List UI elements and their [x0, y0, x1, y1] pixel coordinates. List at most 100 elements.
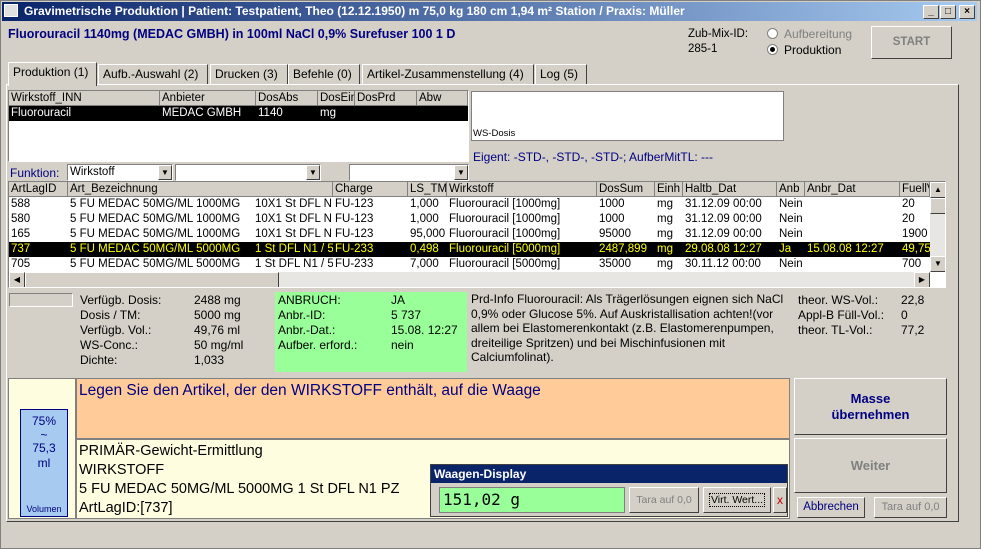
- tab-artikel-zusammenstellung[interactable]: Artikel-Zusammenstellung (4): [362, 64, 534, 84]
- table-cell: mg: [657, 198, 673, 210]
- horizontal-scrollbar[interactable]: ◀ ▶: [9, 272, 930, 287]
- scroll-down-icon[interactable]: ▼: [930, 256, 945, 272]
- ws-dosis-box: WS-Dosis: [471, 91, 784, 141]
- title-bar[interactable]: Gravimetrische Produktion | Patient: Tes…: [2, 2, 977, 21]
- table-cell: FU-123: [335, 213, 374, 225]
- table-row[interactable]: 737 5 FU MEDAC 50MG/ML 5000MG 1 St DFL N1 …: [9, 242, 930, 257]
- filter-select-3[interactable]: ▼: [349, 164, 469, 181]
- col-header[interactable]: Wirkstoff_INN: [9, 91, 160, 106]
- col-header[interactable]: DosSum: [597, 182, 655, 197]
- hscroll-thumb[interactable]: [25, 272, 279, 287]
- table-cell: 95000: [599, 228, 631, 240]
- table-cell: 1900: [902, 228, 928, 240]
- table-cell: 1,000: [410, 213, 439, 225]
- waagen-title: Waagen-Display: [431, 465, 787, 483]
- radio-aufbereitung-label: Aufbereitung: [784, 27, 853, 41]
- table-cell: 31.12.09 00:00: [685, 198, 762, 210]
- table-row[interactable]: 580 5 FU MEDAC 50MG/ML 1000MG 10X1 St DFL …: [9, 212, 930, 227]
- table-cell: Fluorouracil [1000mg]: [449, 228, 561, 240]
- waagen-display: Waagen-Display 151,02 g Tara auf 0,0 Vir…: [430, 464, 788, 517]
- weiter-button[interactable]: Weiter: [794, 438, 947, 493]
- col-header[interactable]: Anbieter: [160, 91, 256, 106]
- radio-produktion[interactable]: [767, 44, 778, 55]
- tab-log[interactable]: Log (5): [535, 64, 587, 84]
- col-header[interactable]: FuellV: [900, 182, 930, 197]
- tara-button-small[interactable]: Tara auf 0,0: [629, 487, 699, 513]
- col-header[interactable]: DosEinh: [318, 91, 355, 106]
- table-cell: FU-233: [335, 243, 374, 255]
- theor-block: theor. WS-Vol.: Appl-B Füll-Vol.: theor.…: [798, 293, 925, 337]
- table-row[interactable]: Fluorouracil MEDAC GMBH 1140 mg: [9, 106, 468, 121]
- table-cell: mg: [657, 213, 673, 225]
- start-button[interactable]: START: [871, 26, 952, 59]
- detail-lines: PRIMÄR-Gewicht-Ermittlung WIRKSTOFF 5 FU…: [79, 443, 400, 516]
- funktion-select[interactable]: Wirkstoff ▼: [67, 164, 173, 181]
- minimize-button[interactable]: _: [923, 5, 939, 19]
- table-row[interactable]: 705 5 FU MEDAC 50MG/ML 5000MG 1 St DFL N1 …: [9, 257, 930, 272]
- mix-id-label: Zub-Mix-ID:: [688, 28, 749, 40]
- table-cell: 1 St DFL N1 / 5: [255, 243, 333, 255]
- chevron-down-icon[interactable]: ▼: [454, 165, 468, 180]
- table-cell: 10X1 St DFL N: [255, 213, 332, 225]
- filter-select-2[interactable]: ▼: [175, 164, 321, 181]
- table-cell: 10X1 St DFL N: [255, 198, 332, 210]
- scroll-right-icon[interactable]: ▶: [914, 272, 930, 287]
- tab-aufb-auswahl[interactable]: Aufb.-Auswahl (2): [98, 64, 208, 84]
- radio-produktion-label: Produktion: [784, 43, 842, 57]
- article-table[interactable]: ArtLagID Art_Bezeichnung Charge LS_TM Wi…: [8, 181, 946, 288]
- table-cell: 7,000: [410, 258, 439, 270]
- scroll-left-icon[interactable]: ◀: [9, 272, 25, 287]
- table-cell: FU-123: [335, 228, 374, 240]
- col-header[interactable]: Art_Bezeichnung: [68, 182, 333, 197]
- table-cell: 1 St DFL N1 / 5: [255, 258, 333, 270]
- info-block: Verfügb. Dosis: Dosis / TM: Verfügb. Vol…: [80, 293, 244, 367]
- table-cell: Fluorouracil [5000mg]: [449, 243, 561, 255]
- table-cell: 5 FU MEDAC 50MG/ML 1000MG: [70, 198, 241, 210]
- col-header[interactable]: Abw: [417, 91, 468, 106]
- close-icon[interactable]: x: [773, 487, 787, 513]
- table-cell: 1000: [599, 198, 625, 210]
- col-header[interactable]: Einh: [655, 182, 683, 197]
- col-header[interactable]: Anbr_Dat: [805, 182, 900, 197]
- col-header[interactable]: Anb: [777, 182, 805, 197]
- masse-uebernehmen-button[interactable]: Masse übernehmen: [794, 378, 947, 435]
- col-header[interactable]: DosPrd: [355, 91, 417, 106]
- table-cell: 1000: [599, 213, 625, 225]
- instruction-text: Legen Sie den Artikel, der den WIRKSTOFF…: [79, 382, 541, 399]
- col-header[interactable]: Wirkstoff: [447, 182, 597, 197]
- col-header[interactable]: Haltb_Dat: [683, 182, 777, 197]
- tab-produktion[interactable]: Produktion (1): [8, 62, 97, 86]
- radio-aufbereitung[interactable]: [767, 28, 778, 39]
- col-header[interactable]: ArtLagID: [9, 182, 68, 197]
- scroll-thumb[interactable]: [930, 198, 945, 214]
- table-cell: 5 FU MEDAC 50MG/ML 5000MG: [70, 243, 241, 255]
- table-row[interactable]: 165 5 FU MEDAC 50MG/ML 1000MG 10X1 St DFL …: [9, 227, 930, 242]
- tab-drucken[interactable]: Drucken (3): [210, 64, 288, 84]
- abbrechen-button[interactable]: Abbrechen: [797, 497, 865, 518]
- table-cell: mg: [657, 243, 673, 255]
- table-cell: 5 FU MEDAC 50MG/ML 1000MG: [70, 213, 241, 225]
- scroll-up-icon[interactable]: ▲: [930, 182, 945, 198]
- virt-wert-button[interactable]: Virt. Wert...: [703, 487, 771, 513]
- chevron-down-icon[interactable]: ▼: [158, 165, 172, 180]
- instruction-box: Legen Sie den Artikel, der den WIRKSTOFF…: [76, 378, 790, 439]
- app-icon: [4, 4, 18, 17]
- col-header[interactable]: LS_TM: [408, 182, 447, 197]
- chevron-down-icon[interactable]: ▼: [306, 165, 320, 180]
- wirkstoff-table[interactable]: Wirkstoff_INN Anbieter DosAbs DosEinh Do…: [8, 90, 469, 162]
- table-cell: mg: [657, 258, 673, 270]
- maximize-button[interactable]: □: [940, 5, 956, 19]
- table-cell: 5 FU MEDAC 50MG/ML 5000MG: [70, 258, 241, 270]
- col-header[interactable]: Charge: [333, 182, 408, 197]
- table-cell: Fluorouracil [1000mg]: [449, 213, 561, 225]
- col-header[interactable]: DosAbs: [256, 91, 318, 106]
- vertical-scrollbar[interactable]: ▲ ▼: [930, 182, 945, 272]
- table-cell: 31.12.09 00:00: [685, 228, 762, 240]
- table-row[interactable]: 588 5 FU MEDAC 50MG/ML 1000MG 10X1 St DFL …: [9, 197, 930, 212]
- close-button[interactable]: ×: [959, 5, 975, 19]
- volumen-panel: 75% ~ 75,3 ml Volumen: [8, 378, 76, 519]
- table-cell: 15.08.08 12:27: [807, 243, 884, 255]
- tab-befehle[interactable]: Befehle (0): [288, 64, 360, 84]
- table-cell: Nein: [779, 258, 803, 270]
- tara-button[interactable]: Tara auf 0,0: [874, 497, 947, 518]
